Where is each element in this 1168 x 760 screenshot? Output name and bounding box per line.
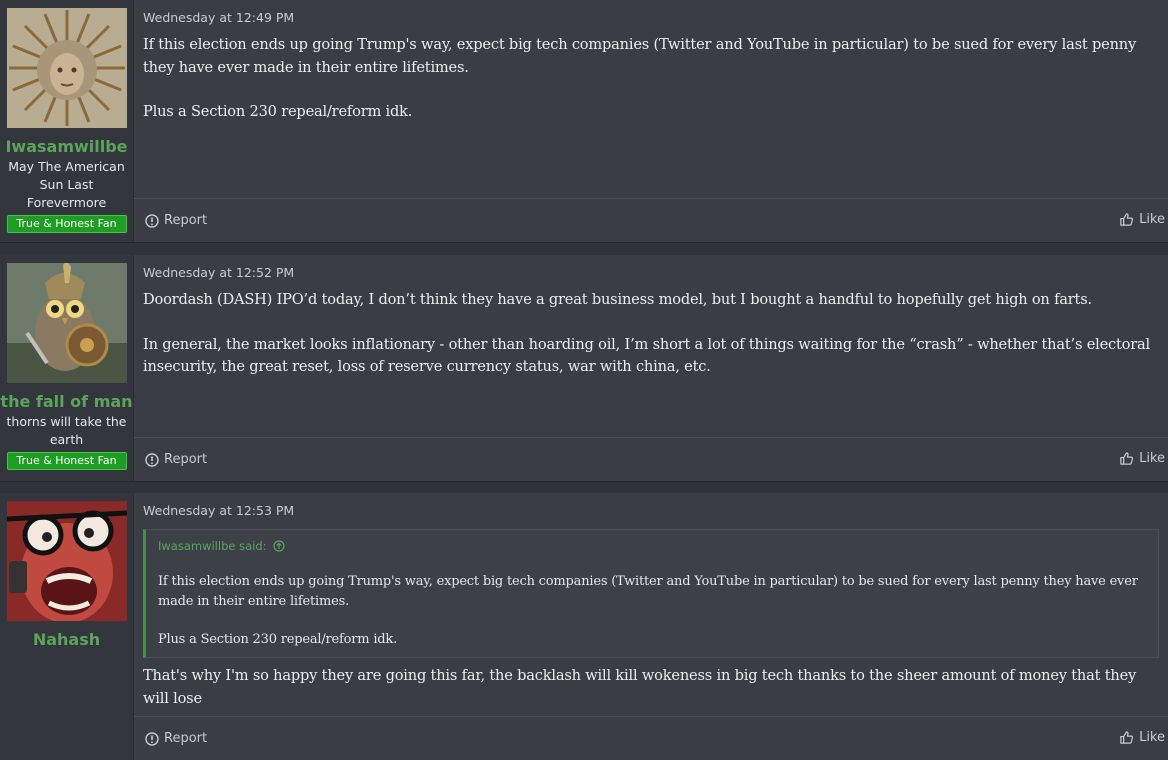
post-body: Doordash (DASH) IPO’d today, I don’t thi… xyxy=(143,289,1160,379)
quote-paragraph: If this election ends up going Trump's w… xyxy=(158,574,1138,609)
user-badge: True & Honest Fan xyxy=(6,215,127,233)
post-main: Wednesday at 12:49 PM If this election e… xyxy=(134,0,1168,242)
post-paragraph: Doordash (DASH) IPO’d today, I don’t thi… xyxy=(143,291,1092,308)
report-label: Report xyxy=(164,731,208,746)
report-label: Report xyxy=(164,452,208,467)
user-badge: True & Honest Fan xyxy=(6,452,127,470)
quote-author[interactable]: Iwasamwillbe said: xyxy=(158,539,267,553)
avatar[interactable] xyxy=(6,8,127,128)
report-icon xyxy=(145,731,159,746)
like-label: Like xyxy=(1139,451,1165,466)
post-paragraph: That's why I'm so happy they are going t… xyxy=(143,667,1137,707)
like-label: Like xyxy=(1139,730,1165,745)
like-button[interactable]: Like xyxy=(1119,451,1165,466)
post-body: If this election ends up going Trump's w… xyxy=(143,34,1160,124)
post-main: Wednesday at 12:53 PM Iwasamwillbe said:… xyxy=(134,493,1168,760)
thumbs-up-icon xyxy=(1120,213,1134,226)
report-button[interactable]: Report xyxy=(145,452,207,467)
arrow-up-circle-icon[interactable] xyxy=(272,540,285,552)
post: Iwasamwillbe May The American Sun Last F… xyxy=(0,0,1168,243)
avatar[interactable] xyxy=(6,501,127,621)
post: the fall of man thorns will take the ear… xyxy=(0,255,1168,482)
thumbs-up-icon xyxy=(1120,452,1134,465)
post-footer: Report Like xyxy=(134,198,1168,242)
report-button[interactable]: Report xyxy=(145,731,207,746)
user-panel: Nahash xyxy=(0,493,134,760)
username[interactable]: Nahash xyxy=(33,630,100,650)
post-paragraph: Plus a Section 230 repeal/reform idk. xyxy=(143,103,413,120)
quote-body: If this election ends up going Trump's w… xyxy=(158,572,1146,650)
user-panel: the fall of man thorns will take the ear… xyxy=(0,255,134,481)
post-timestamp[interactable]: Wednesday at 12:49 PM xyxy=(143,10,294,25)
report-label: Report xyxy=(164,213,208,228)
thumbs-up-icon xyxy=(1120,731,1134,744)
username[interactable]: the fall of man xyxy=(0,392,132,412)
like-button[interactable]: Like xyxy=(1119,730,1165,745)
user-title: May The American Sun Last Forevermore xyxy=(8,159,125,210)
quote-header[interactable]: Iwasamwillbe said: xyxy=(158,539,285,553)
quote-paragraph: Plus a Section 230 repeal/reform idk. xyxy=(158,632,398,647)
post-footer: Report Like xyxy=(134,716,1168,760)
post-timestamp[interactable]: Wednesday at 12:52 PM xyxy=(143,265,294,280)
quote-block: Iwasamwillbe said: If this election ends… xyxy=(143,529,1159,658)
post-main: Wednesday at 12:52 PM Doordash (DASH) IP… xyxy=(134,255,1168,481)
post-paragraph: In general, the market looks inflationar… xyxy=(143,335,1151,376)
post-paragraph: If this election ends up going Trump's w… xyxy=(143,36,1137,76)
report-button[interactable]: Report xyxy=(145,213,207,228)
username[interactable]: Iwasamwillbe xyxy=(5,137,127,157)
post-body: That's why I'm so happy they are going t… xyxy=(143,665,1160,710)
like-label: Like xyxy=(1139,212,1165,227)
post-footer: Report Like xyxy=(134,437,1168,481)
like-button[interactable]: Like xyxy=(1119,212,1165,227)
user-panel: Iwasamwillbe May The American Sun Last F… xyxy=(0,0,134,242)
avatar[interactable] xyxy=(6,263,127,383)
report-icon xyxy=(145,452,159,467)
user-title: thorns will take the earth xyxy=(6,414,127,447)
post: Nahash Wednesday at 12:53 PM Iwasamwillb… xyxy=(0,493,1168,760)
report-icon xyxy=(145,213,159,228)
post-timestamp[interactable]: Wednesday at 12:53 PM xyxy=(143,503,294,518)
